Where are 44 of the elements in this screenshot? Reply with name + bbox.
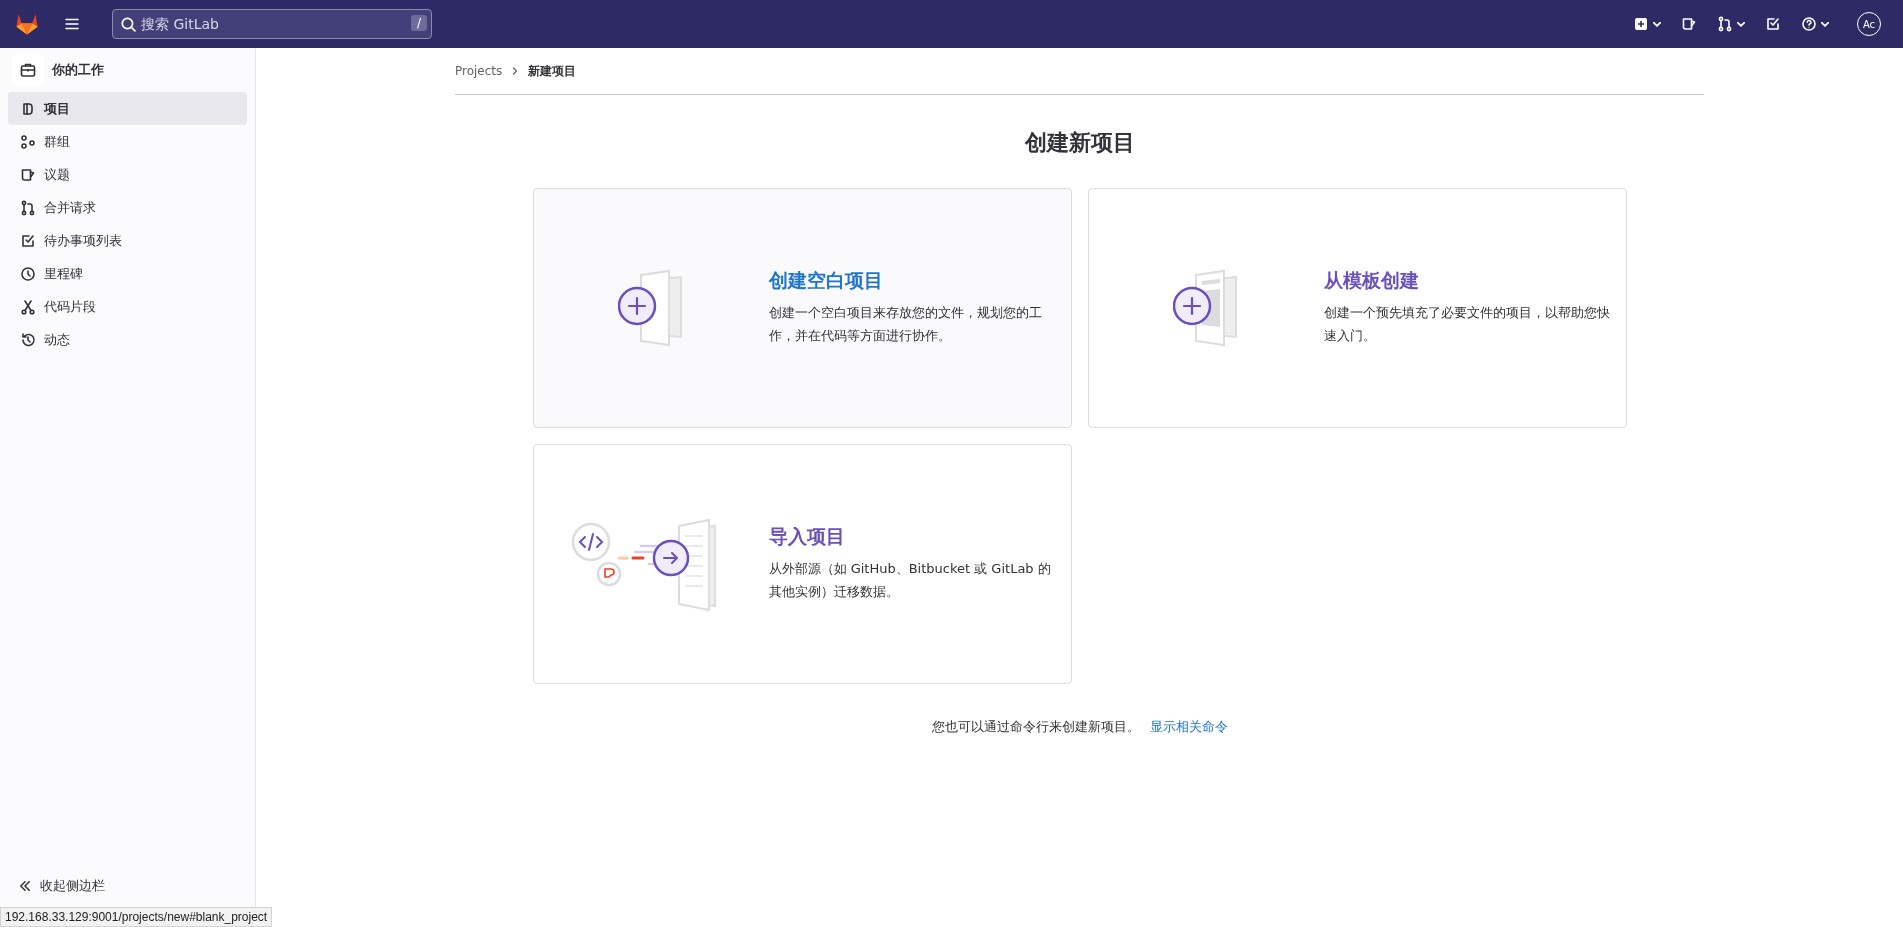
card-description: 创建一个预先填充了必要文件的项目，以帮助您快速入门。 <box>1323 304 1611 345</box>
collapse-sidebar-link[interactable]: 收起侧边栏 <box>8 875 109 897</box>
sidebar-item[interactable]: 项目 <box>8 92 247 125</box>
task-list-icon <box>1765 16 1781 32</box>
merge-request-icon <box>1717 16 1733 32</box>
sidebar-item[interactable]: 代码片段 <box>8 290 247 323</box>
history-icon <box>20 331 36 348</box>
new-project-card[interactable]: 创建空白项目 创建一个空白项目来存放您的文件，规划您的工作，并在代码等方面进行协作。 <box>532 188 1072 428</box>
page-title: 创建新项目 <box>1024 129 1135 157</box>
sidebar-item[interactable]: 里程碑 <box>8 257 247 290</box>
briefcase-icon <box>12 54 44 86</box>
fox-logo[interactable] <box>14 11 40 37</box>
double-chevron-icon <box>20 881 30 891</box>
hint-text: 您也可以通过命令行来创建新项目。 <box>931 718 1140 736</box>
url-tooltip: 192.168.33.129:9001/projects/new#blank_project <box>0 907 273 927</box>
issue-icon <box>1681 16 1697 32</box>
menu-icon[interactable] <box>64 16 80 32</box>
avatar-button[interactable]: Ac <box>1857 12 1881 36</box>
sidebar-item[interactable]: 合并请求 <box>8 191 247 224</box>
plus-square-icon <box>1633 16 1649 32</box>
sidebar-item[interactable]: 群组 <box>8 125 247 158</box>
card-description: 从外部源（如 GitHub、Bitbucket 或 GitLab 的其他实例）迁移数据。 <box>768 560 1052 601</box>
scissors-icon <box>20 298 36 315</box>
task-list-icon <box>20 232 36 249</box>
card-title: 创建空白项目 <box>768 268 884 294</box>
help-icon <box>1801 16 1817 32</box>
new-project-card[interactable]: 从模板创建 创建一个预先填充了必要文件的项目，以帮助您快速入门。 <box>1087 188 1627 428</box>
sidebar-title: 你的工作 <box>52 61 104 79</box>
merge-request-icon <box>20 199 36 216</box>
sidebar-item[interactable]: 待办事项列表 <box>8 224 247 257</box>
breadcrumb-link[interactable]: 新建项目 <box>528 62 577 80</box>
show-commands-link[interactable]: 显示相关命令 <box>1149 718 1228 736</box>
sidebar-item[interactable]: 动态 <box>8 323 247 356</box>
issue-icon <box>20 166 36 183</box>
search-icon <box>121 17 136 32</box>
card-description: 创建一个空白项目来存放您的文件，规划您的工作，并在代码等方面进行协作。 <box>768 304 1043 345</box>
card-title: 从模板创建 <box>1323 268 1420 294</box>
card-title: 导入项目 <box>768 524 846 550</box>
project-icon <box>20 100 36 117</box>
sidebar-item[interactable]: 议题 <box>8 158 247 191</box>
breadcrumb-link[interactable]: Projects <box>455 64 503 78</box>
group-icon <box>20 133 36 150</box>
new-project-card[interactable]: 导入项目 从外部源（如 GitHub、Bitbucket 或 GitLab 的其他实例）迁移数据。 <box>532 444 1072 684</box>
clock-icon <box>20 265 36 282</box>
